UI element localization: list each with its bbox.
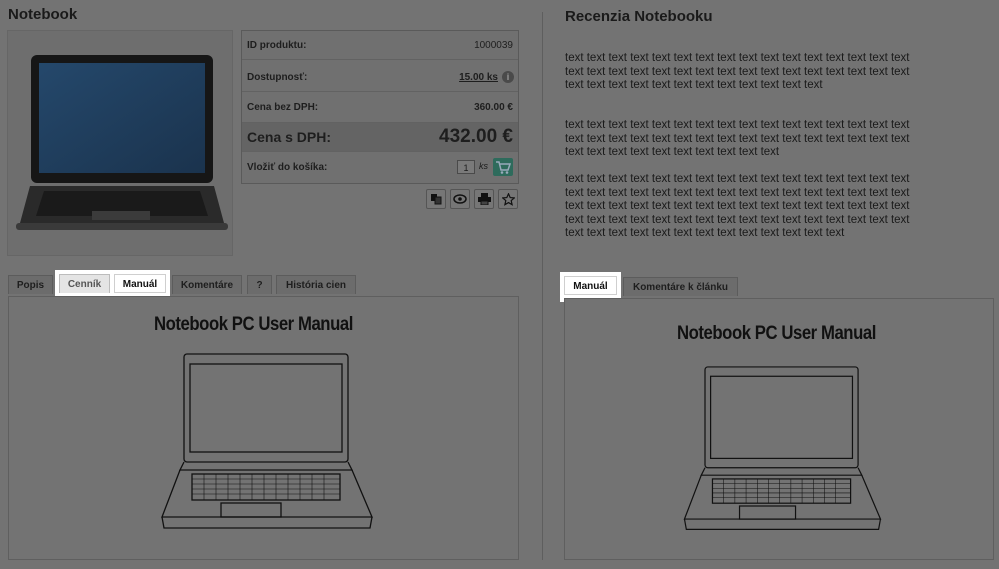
price-vat-value: 432.00 €	[439, 126, 513, 147]
product-id-value: 1000039	[474, 40, 513, 51]
column-divider	[542, 12, 543, 560]
tab-help[interactable]: ?	[247, 275, 272, 294]
add-to-cart-label: Vložiť do košíka:	[247, 162, 328, 173]
laptop-drawing-icon	[161, 353, 373, 529]
review-manual-title: Notebook PC User Manual	[677, 323, 876, 344]
quantity-input[interactable]: 1	[457, 160, 475, 174]
product-id-label: ID produktu:	[247, 40, 307, 51]
review-paragraph-3: text text text text text text text text …	[565, 173, 910, 239]
laptop-photo-icon	[16, 55, 228, 230]
price-no-vat-row: Cena bez DPH: 360.00 €	[242, 92, 518, 123]
print-icon	[477, 193, 491, 205]
price-vat-row: Cena s DPH: 432.00 €	[242, 123, 518, 152]
cart-button[interactable]	[493, 158, 513, 176]
cart-icon	[496, 161, 512, 174]
review-paragraph-2: text text text text text text text text …	[565, 119, 910, 158]
eye-icon	[453, 194, 467, 204]
manual-title: Notebook PC User Manual	[154, 314, 353, 335]
view-button[interactable]	[450, 189, 470, 209]
print-button[interactable]	[474, 189, 494, 209]
product-id-row: ID produktu: 1000039	[242, 31, 518, 60]
product-photo[interactable]	[7, 30, 233, 256]
availability-row: Dostupnosť: 15.00 ks i	[242, 60, 518, 92]
manual-panel: Notebook PC User Manual	[8, 296, 519, 560]
review-laptop-drawing-icon	[683, 366, 882, 530]
compare-icon	[431, 194, 442, 205]
compare-button[interactable]	[426, 189, 446, 209]
tab-komentare[interactable]: Komentáre	[172, 275, 242, 294]
info-icon[interactable]: i	[502, 71, 514, 83]
tab-popis[interactable]: Popis	[8, 275, 53, 294]
product-title: Notebook	[8, 6, 78, 23]
tab-historia-cien[interactable]: História cien	[276, 275, 356, 294]
price-no-vat-label: Cena bez DPH:	[247, 102, 319, 113]
favorite-button[interactable]	[498, 189, 518, 209]
price-no-vat-value: 360.00 €	[474, 102, 513, 113]
review-manual-panel: Notebook PC User Manual	[564, 298, 994, 560]
availability-link[interactable]: 15.00 ks	[459, 72, 498, 83]
quantity-unit: ks	[479, 161, 488, 171]
add-to-cart-row: Vložiť do košíka: 1 ks	[242, 152, 518, 183]
review-title: Recenzia Notebooku	[565, 8, 713, 25]
product-info-table: ID produktu: 1000039 Dostupnosť: 15.00 k…	[241, 30, 519, 184]
review-paragraph-1: text text text text text text text text …	[565, 52, 910, 91]
review-tab-comments[interactable]: Komentáre k článku	[623, 277, 738, 296]
price-vat-label: Cena s DPH:	[247, 129, 332, 145]
tab-manual[interactable]: Manuál	[114, 274, 166, 293]
review-tab-manual[interactable]: Manuál	[564, 276, 617, 295]
tab-cennik[interactable]: Cenník	[59, 274, 110, 293]
star-icon	[501, 192, 515, 206]
availability-label: Dostupnosť:	[247, 72, 308, 83]
